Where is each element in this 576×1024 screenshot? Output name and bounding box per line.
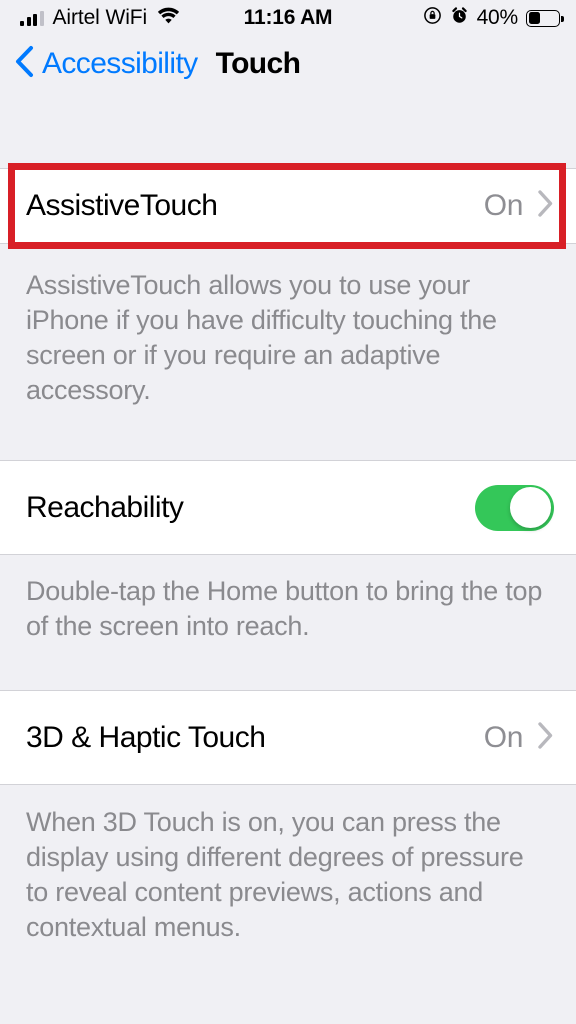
assistivetouch-footer-text: AssistiveTouch allows you to use your iP… [26,270,497,406]
reachability-footer-text: Double-tap the Home button to bring the … [26,576,543,642]
reachability-label: Reachability [26,490,184,524]
haptic-touch-value: On [483,720,524,754]
status-bar: Airtel WiFi 11:16 AM 40% [0,0,576,36]
chevron-left-icon [14,45,34,83]
wifi-icon [156,6,181,30]
assistivetouch-label: AssistiveTouch [26,189,218,222]
assistivetouch-value: On [483,189,524,222]
iphone-settings-screen: Airtel WiFi 11:16 AM 40% Accessibility T… [0,0,576,1024]
battery-fill [528,12,541,24]
toggle-knob [510,487,551,528]
back-button-accessibility[interactable]: Accessibility [14,45,198,83]
chevron-right-icon [537,721,554,755]
carrier-label: Airtel WiFi [52,6,148,29]
reachability-row[interactable]: Reachability [0,461,576,554]
reachability-toggle[interactable] [475,484,554,531]
back-button-label: Accessibility [42,47,198,80]
reachability-section: Reachability [0,460,576,555]
page-title: Touch [215,47,301,80]
navigation-bar: Accessibility Touch [0,36,576,92]
status-bar-left: Airtel WiFi [20,6,181,30]
assistivetouch-row[interactable]: AssistiveTouch On [0,169,576,243]
battery-icon [526,9,564,27]
chevron-right-icon [537,189,554,223]
rotation-lock-icon [423,6,442,30]
battery-percentage-label: 40% [476,6,519,29]
haptic-touch-row[interactable]: 3D & Haptic Touch On [0,691,576,784]
cellular-signal-icon [20,10,44,26]
status-bar-right: 40% [423,6,564,30]
haptic-touch-footer-text: When 3D Touch is on, you can press the d… [26,807,524,943]
haptic-touch-label: 3D & Haptic Touch [26,720,266,754]
haptic-touch-section: 3D & Haptic Touch On [0,690,576,785]
assistivetouch-section: AssistiveTouch On [0,168,576,244]
alarm-clock-icon [450,6,469,30]
